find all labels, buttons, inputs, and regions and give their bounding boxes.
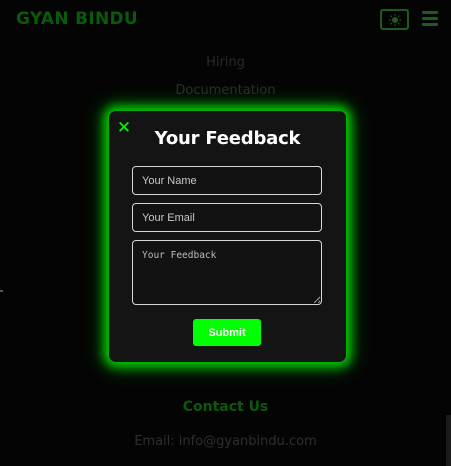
name-field[interactable]: [132, 166, 322, 195]
hamburger-line: [422, 17, 438, 20]
email-field[interactable]: [132, 203, 322, 232]
sun-icon: [388, 13, 401, 26]
nav-link-documentation[interactable]: Documentation: [0, 83, 451, 98]
submit-button[interactable]: Submit: [193, 319, 261, 346]
modal-title: Your Feedback: [154, 128, 301, 149]
site-header: GYAN BINDU: [0, 0, 451, 40]
hamburger-line: [422, 23, 438, 26]
hamburger-icon[interactable]: [422, 11, 438, 26]
feedback-textarea[interactable]: [132, 240, 322, 305]
feedback-modal: ✕ Your Feedback Submit: [109, 111, 346, 362]
scrollbar[interactable]: [446, 415, 451, 466]
site-logo[interactable]: GYAN BINDU: [16, 9, 138, 29]
contact-title: Contact Us: [182, 399, 269, 415]
theme-toggle-button[interactable]: [380, 9, 409, 30]
contact-email[interactable]: Email: info@gyanbindu.com: [0, 434, 451, 449]
contact-phone-partial: [0, 459, 451, 466]
divider: [0, 290, 3, 292]
hamburger-line: [422, 11, 438, 14]
nav-link-hiring[interactable]: Hiring: [0, 55, 451, 70]
